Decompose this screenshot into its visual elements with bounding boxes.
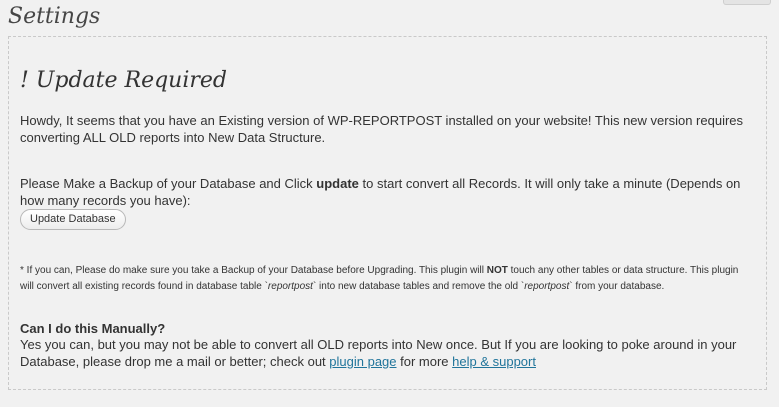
update-database-button[interactable]: Update Database (20, 209, 126, 230)
backup-text-pre: Please Make a Backup of your Database an… (20, 176, 317, 191)
note-text-1: * If you can, Please do make sure you ta… (20, 265, 487, 276)
help-support-link[interactable]: help & support (452, 354, 536, 369)
backup-instructions: Please Make a Backup of your Database an… (20, 175, 755, 209)
backup-text-bold: update (316, 176, 359, 191)
help-tab[interactable] (723, 0, 771, 5)
intro-text: Howdy, It seems that you have an Existin… (20, 113, 744, 145)
page-title: Settings (8, 4, 101, 29)
note-not: NOT (486, 265, 508, 276)
backup-note: * If you can, Please do make sure you ta… (20, 263, 755, 295)
note-text-4: ` from your database. (569, 281, 665, 292)
manual-heading: Can I do this Manually? (20, 321, 166, 336)
manual-text-mid: for more (396, 354, 453, 369)
manual-text: Yes you can, but you may not be able to … (20, 336, 755, 370)
update-required-heading: ! Update Required (20, 68, 228, 93)
note-table-name-old: reportpost (524, 281, 570, 292)
update-panel: ! Update Required Howdy, It seems that y… (8, 36, 767, 390)
plugin-page-link[interactable]: plugin page (329, 354, 396, 369)
note-text-3: ` into new database tables and remove th… (312, 281, 525, 292)
note-table-name: reportpost (267, 281, 313, 292)
